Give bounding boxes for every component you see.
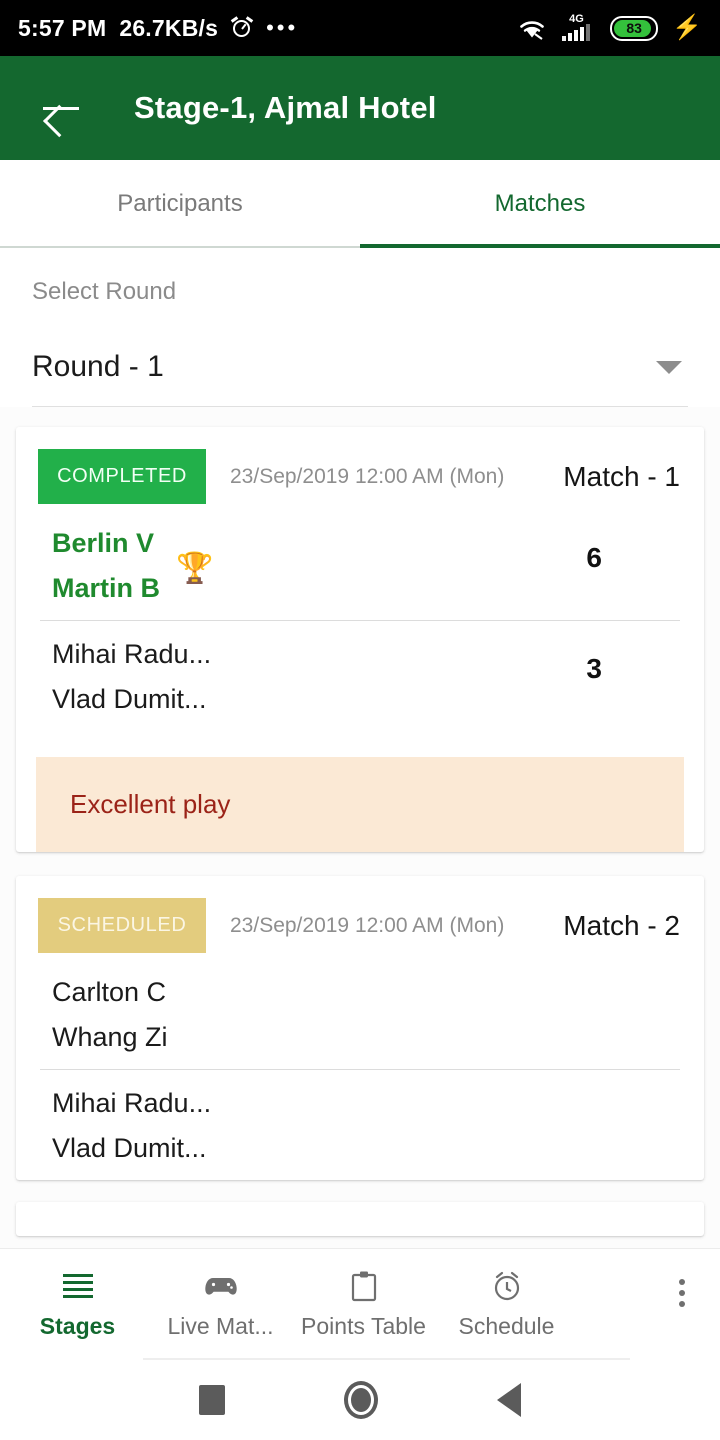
player-name: Carlton C bbox=[52, 977, 167, 1007]
match-card-header: COMPLETED 23/Sep/2019 12:00 AM (Mon) Mat… bbox=[16, 427, 704, 510]
battery-indicator: 83 bbox=[610, 15, 659, 41]
alarm-icon bbox=[230, 16, 254, 39]
charging-bolt-icon: ⚡ bbox=[672, 14, 702, 41]
network-type-label: 4G bbox=[569, 13, 584, 25]
match-date: 23/Sep/2019 12:00 AM (Mon) bbox=[230, 913, 505, 937]
team-row: Mihai Radu... Vlad Dumit... 3 bbox=[40, 621, 680, 731]
tab-bar: Participants Matches bbox=[0, 160, 720, 248]
match-teams: Carlton C Whang Zi Mihai Radu... Vlad Du… bbox=[16, 959, 704, 1180]
alarm-clock-icon bbox=[491, 1269, 523, 1303]
tab-matches-label: Matches bbox=[494, 190, 586, 217]
status-bar-left: 5:57 PM 26.7KB/s ••• bbox=[18, 15, 298, 42]
team-row: Berlin V Martin B 🏆 6 bbox=[40, 510, 680, 621]
match-comment: Excellent play bbox=[36, 757, 684, 852]
android-navigation-bar bbox=[0, 1360, 720, 1440]
status-bar: 5:57 PM 26.7KB/s ••• 4G 83 ⚡ bbox=[0, 0, 720, 56]
team-player-names: Mihai Radu... Vlad Dumit... bbox=[52, 1088, 211, 1164]
cellular-signal-icon: 4G bbox=[562, 13, 596, 41]
circle-home-icon[interactable] bbox=[343, 1381, 378, 1419]
team-player-names: Carlton C Whang Zi bbox=[52, 977, 168, 1053]
round-dropdown[interactable]: Round - 1 bbox=[32, 350, 688, 407]
team-row: Mihai Radu... Vlad Dumit... bbox=[40, 1070, 680, 1180]
nav-label-stages: Stages bbox=[39, 1313, 116, 1339]
match-card-partial[interactable] bbox=[16, 1202, 704, 1236]
match-card[interactable]: SCHEDULED 23/Sep/2019 12:00 AM (Mon) Mat… bbox=[16, 876, 704, 1180]
status-more-dots-icon: ••• bbox=[266, 15, 299, 40]
tab-matches[interactable]: Matches bbox=[360, 160, 720, 248]
match-number: Match - 2 bbox=[563, 909, 680, 941]
triangle-back-icon[interactable] bbox=[496, 1383, 521, 1417]
team-score bbox=[602, 1088, 680, 1102]
back-arrow-icon[interactable] bbox=[40, 87, 82, 129]
player-name: Berlin V bbox=[52, 528, 155, 558]
status-network-speed: 26.7KB/s bbox=[119, 14, 219, 41]
hamburger-menu-icon bbox=[62, 1269, 93, 1303]
square-recents-icon[interactable] bbox=[199, 1385, 226, 1415]
match-card-list: COMPLETED 23/Sep/2019 12:00 AM (Mon) Mat… bbox=[0, 407, 720, 1236]
round-selector-section: Select Round Round - 1 bbox=[0, 248, 720, 407]
status-time: 5:57 PM bbox=[18, 14, 107, 41]
match-date: 23/Sep/2019 12:00 AM (Mon) bbox=[230, 464, 505, 488]
nav-item-live-matches[interactable]: Live Mat... bbox=[149, 1269, 292, 1340]
player-name: Vlad Dumit... bbox=[52, 684, 207, 714]
player-name: Martin B bbox=[52, 573, 160, 603]
trophy-icon: 🏆 bbox=[176, 552, 214, 585]
player-name: Mihai Radu... bbox=[52, 1088, 212, 1118]
team-player-names: Berlin V Martin B 🏆 bbox=[52, 528, 213, 604]
wifi-icon bbox=[516, 16, 548, 40]
team-player-names: Mihai Radu... Vlad Dumit... bbox=[52, 639, 211, 715]
matches-scroll-area[interactable]: Select Round Round - 1 COMPLETED 23/Sep/… bbox=[0, 248, 720, 1248]
match-card-header: SCHEDULED 23/Sep/2019 12:00 AM (Mon) Mat… bbox=[16, 876, 704, 959]
bottom-navigation: Stages Live Mat... Points Table Schedule bbox=[0, 1248, 720, 1360]
player-name: Whang Zi bbox=[52, 1022, 168, 1052]
player-name: Vlad Dumit... bbox=[52, 1133, 207, 1163]
team-score bbox=[602, 977, 680, 991]
app-bar: Stage-1, Ajmal Hotel bbox=[0, 56, 720, 160]
match-card[interactable]: COMPLETED 23/Sep/2019 12:00 AM (Mon) Mat… bbox=[16, 427, 704, 852]
clipboard-icon bbox=[351, 1269, 377, 1303]
team-score: 3 bbox=[586, 653, 602, 684]
gamepad-icon bbox=[204, 1269, 238, 1303]
nav-label-points-table: Points Table bbox=[301, 1313, 426, 1339]
match-teams: Berlin V Martin B 🏆 6 Mihai Radu... Vlad… bbox=[16, 510, 704, 731]
team-score: 6 bbox=[586, 542, 602, 573]
status-bar-right: 4G 83 ⚡ bbox=[516, 13, 702, 41]
nav-label-schedule: Schedule bbox=[458, 1313, 555, 1339]
round-dropdown-value: Round - 1 bbox=[32, 350, 164, 383]
chevron-down-icon bbox=[656, 360, 682, 374]
status-badge: SCHEDULED bbox=[38, 898, 206, 953]
status-badge: COMPLETED bbox=[38, 449, 206, 504]
team-row: Carlton C Whang Zi bbox=[40, 959, 680, 1070]
player-name: Mihai Radu... bbox=[52, 639, 212, 669]
match-number: Match - 1 bbox=[563, 460, 680, 492]
nav-rail bbox=[143, 1358, 630, 1360]
page-title: Stage-1, Ajmal Hotel bbox=[134, 90, 437, 125]
battery-percent-label: 83 bbox=[626, 20, 642, 36]
nav-item-points-table[interactable]: Points Table bbox=[292, 1269, 435, 1340]
select-round-label: Select Round bbox=[32, 278, 177, 305]
nav-item-stages[interactable]: Stages bbox=[6, 1269, 149, 1340]
tab-participants[interactable]: Participants bbox=[0, 160, 360, 248]
tab-participants-label: Participants bbox=[117, 190, 243, 217]
nav-item-schedule[interactable]: Schedule bbox=[435, 1269, 578, 1340]
nav-label-live-matches: Live Mat... bbox=[167, 1313, 274, 1339]
phone-screen: 5:57 PM 26.7KB/s ••• 4G 83 ⚡ Stage-1, Aj… bbox=[0, 0, 720, 1440]
overflow-menu-icon[interactable] bbox=[658, 1278, 706, 1331]
